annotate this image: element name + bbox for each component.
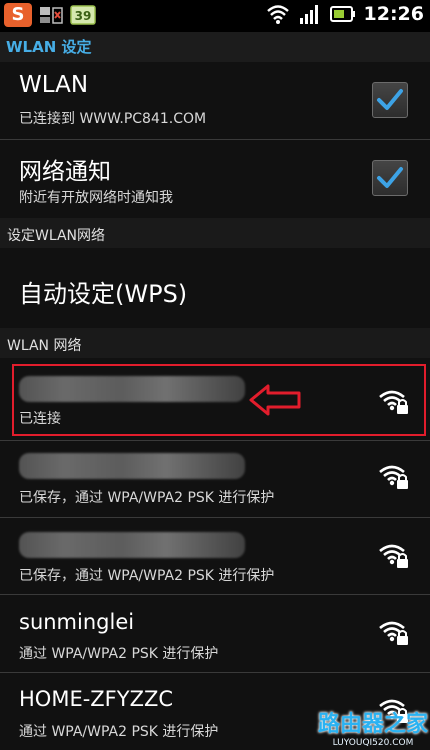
wifi-locked-icon (379, 621, 408, 645)
network-ssid: sunminglei (19, 610, 135, 634)
battery-level-text: 39 (75, 9, 92, 23)
network-item[interactable]: 已保存，通过 WPA/WPA2 PSK 进行保护 (0, 441, 430, 516)
watermark: 路由器之家 LUYOUQI520.COM (318, 706, 428, 748)
checkmark-icon (377, 89, 403, 110)
network-status: 通过 WPA/WPA2 PSK 进行保护 (19, 724, 219, 740)
action-bar: WLAN 设定 (0, 32, 430, 62)
wlan-title: WLAN (19, 72, 89, 98)
wifi-locked-icon (379, 544, 408, 568)
network-status: 通过 WPA/WPA2 PSK 进行保护 (19, 646, 219, 662)
network-item[interactable]: 已保存，通过 WPA/WPA2 PSK 进行保护 (0, 518, 430, 593)
clock: 12:26 (363, 3, 424, 25)
blurred-ssid (19, 532, 245, 558)
cell-signal-icon (299, 5, 318, 24)
watermark-main: 路由器之家 (317, 712, 428, 737)
section-header-setup: 设定WLAN网络 (0, 218, 430, 248)
network-notify-row[interactable]: 网络通知 附近有开放网络时通知我 (0, 140, 430, 218)
status-bar: S 39 12:26 (0, 0, 430, 32)
blurred-ssid (19, 453, 245, 479)
sim-icon (40, 7, 63, 24)
network-status: 已保存，通过 WPA/WPA2 PSK 进行保护 (19, 568, 275, 584)
page-title: WLAN 设定 (6, 38, 92, 56)
notify-title: 网络通知 (19, 159, 111, 185)
wifi-locked-icon (379, 465, 408, 489)
sogou-input-icon: S (4, 3, 32, 27)
notify-summary: 附近有开放网络时通知我 (19, 190, 173, 206)
section-header-networks: WLAN 网络 (0, 328, 430, 358)
connected-network-highlight (12, 364, 426, 436)
battery-level-icon: 39 (70, 5, 96, 25)
wps-row[interactable]: 自动设定(WPS) (0, 248, 430, 328)
wifi-signal-icon (266, 5, 289, 24)
network-item[interactable]: sunminglei 通过 WPA/WPA2 PSK 进行保护 (0, 595, 430, 671)
left-arrow-icon (249, 384, 301, 416)
wlan-checkbox[interactable] (372, 82, 408, 118)
wlan-toggle-row[interactable]: WLAN 已连接到 WWW.PC841.COM (0, 62, 430, 138)
checkmark-icon (377, 167, 403, 188)
networks-header-label: WLAN 网络 (7, 338, 82, 354)
network-ssid: HOME-ZFYZZC (19, 687, 174, 711)
wlan-summary: 已连接到 WWW.PC841.COM (19, 111, 207, 127)
notify-checkbox[interactable] (372, 160, 408, 196)
network-status: 已保存，通过 WPA/WPA2 PSK 进行保护 (19, 490, 275, 506)
watermark-sub: LUYOUQI520.COM (332, 738, 414, 748)
wps-title: 自动设定(WPS) (19, 280, 188, 308)
setup-header-label: 设定WLAN网络 (7, 228, 106, 244)
battery-icon (329, 6, 355, 22)
